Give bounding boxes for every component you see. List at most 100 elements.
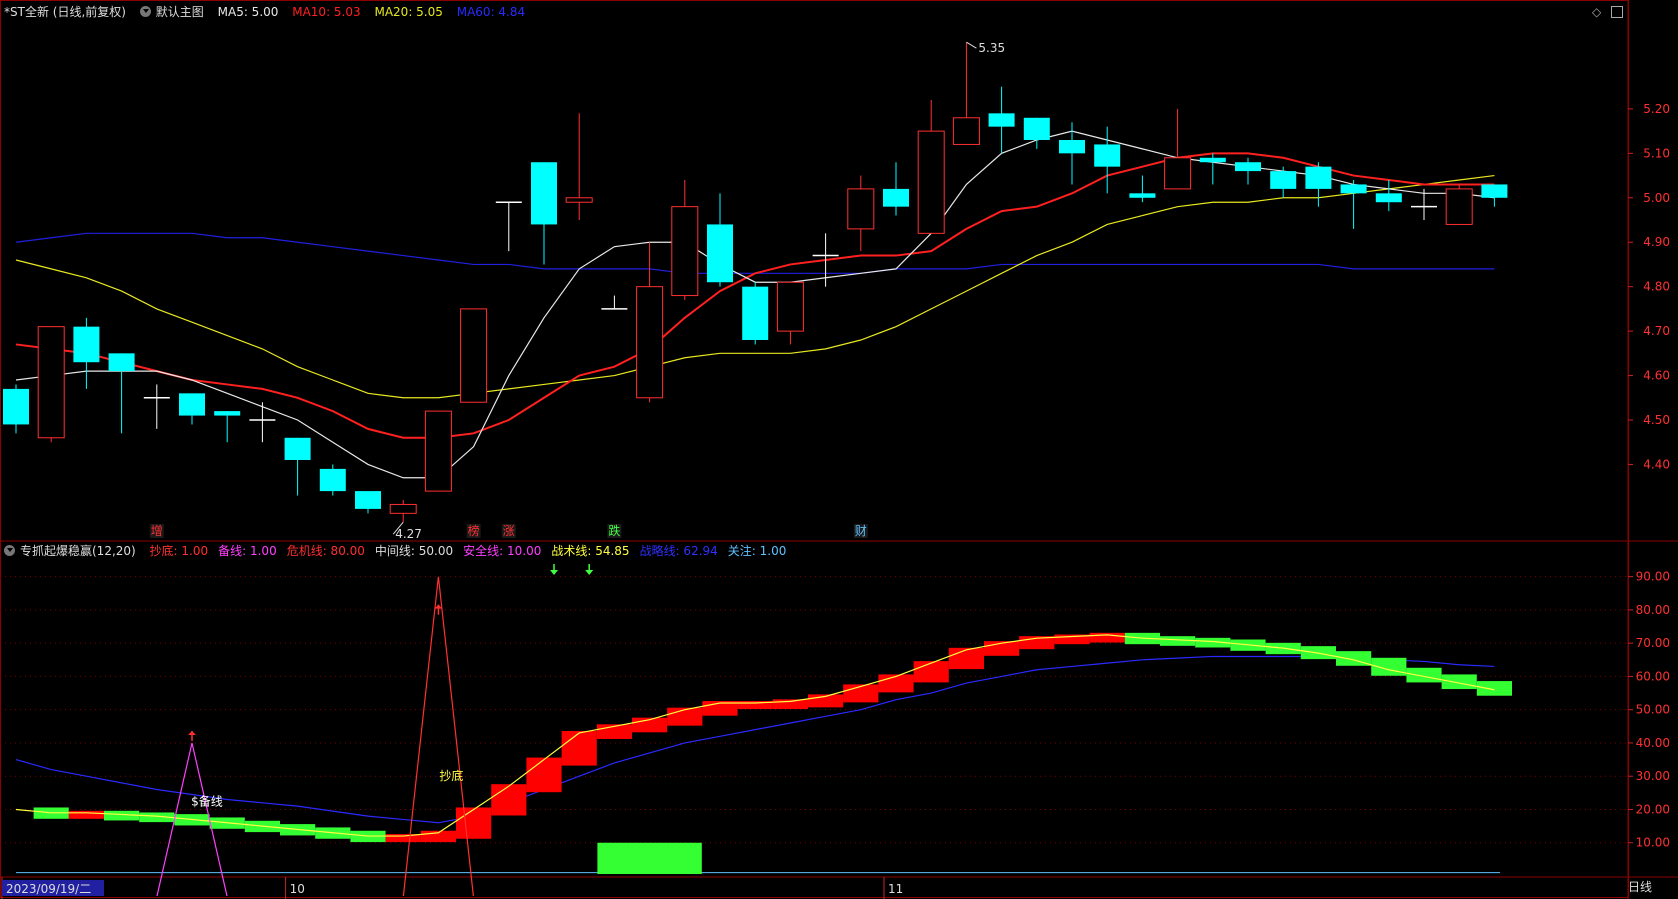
- candle-body: [1023, 117, 1050, 140]
- tactic-block: [68, 810, 104, 819]
- candle-body: [108, 353, 135, 372]
- indicator-tick-label: 70.00: [1636, 636, 1670, 650]
- date-label: 10: [290, 882, 305, 896]
- main-chart-button[interactable]: 默认主图: [156, 5, 204, 19]
- candle-body: [1305, 166, 1332, 189]
- tactic-block: [913, 661, 949, 683]
- candle-body: [1270, 171, 1297, 189]
- candle-body: [531, 162, 557, 225]
- ma5-value: MA5: 5.00: [217, 5, 279, 19]
- tactic-block: [1441, 674, 1477, 690]
- indicator-tick-label: 90.00: [1636, 570, 1670, 584]
- price-tick-label: 4.50: [1643, 413, 1670, 427]
- event-marker: 增: [151, 524, 163, 538]
- spike-label: 抄底: [439, 768, 463, 783]
- indicator-legend-2: 危机线: 80.00: [286, 544, 365, 558]
- candle-body: [671, 206, 699, 297]
- candle-body: [3, 388, 29, 425]
- stock-title: *ST全新 (日线,前复权): [4, 5, 126, 19]
- down-arrow-icon: [550, 570, 558, 575]
- period-label[interactable]: 日线: [1628, 878, 1652, 895]
- event-marker: 财: [855, 524, 867, 538]
- candle-body: [565, 197, 593, 203]
- indicator-legend-0: 抄底: 1.00: [149, 544, 209, 558]
- candle-body: [355, 491, 381, 509]
- candle-body: [707, 224, 733, 283]
- candle-body: [179, 393, 205, 416]
- ma10-value: MA10: 5.03: [292, 5, 361, 19]
- green-signal-block: [597, 842, 702, 874]
- tactic-block: [843, 684, 879, 703]
- candle-body: [37, 326, 65, 439]
- candle-body: [73, 326, 100, 363]
- candle-body: [776, 281, 804, 332]
- max-price-label: 5.35: [978, 41, 1005, 55]
- candle-body: [284, 437, 311, 460]
- indicator-legend-4: 安全线: 10.00: [463, 544, 542, 558]
- candle-body: [1094, 144, 1121, 167]
- indicator-tick-label: 50.00: [1636, 703, 1670, 717]
- candle-body: [1445, 188, 1473, 225]
- min-price-label: 4.27: [395, 527, 422, 541]
- indicator-legend-5: 战术线: 54.85: [551, 544, 630, 558]
- diamond-icon[interactable]: ◇: [1592, 5, 1601, 19]
- candle-body: [319, 468, 346, 492]
- candle-body: [636, 286, 664, 399]
- tactic-block: [878, 674, 914, 693]
- indicator-tick-label: 10.00: [1636, 836, 1670, 850]
- candle-body: [214, 411, 241, 416]
- tactic-block: [948, 647, 984, 670]
- candle-body: [1059, 140, 1085, 154]
- ma60-line: [15, 232, 1495, 274]
- tactic-line: [15, 634, 1495, 837]
- candle-body: [1129, 193, 1156, 198]
- event-marker: 涨: [503, 523, 515, 538]
- candle-body: [988, 113, 1015, 127]
- tactic-block: [1406, 667, 1442, 683]
- indicator-tick-label: 20.00: [1636, 802, 1670, 816]
- up-arrow-icon: [188, 730, 196, 735]
- price-tick-label: 4.40: [1643, 457, 1670, 471]
- ma20-value: MA20: 5.05: [374, 5, 443, 19]
- candle-body: [1235, 162, 1261, 172]
- candle-body: [389, 503, 417, 514]
- main-chart-dropdown-icon[interactable]: [139, 6, 151, 17]
- candle-body: [952, 117, 980, 145]
- indicator-dropdown-icon[interactable]: [4, 545, 15, 556]
- candle-body: [1481, 184, 1508, 198]
- event-marker: 跌: [608, 523, 620, 538]
- down-arrow-icon: [585, 570, 594, 575]
- candle-body: [883, 188, 909, 207]
- indicator-header: 专抓起爆稳赢(12,20) 抄底: 1.00 备线: 1.00 危机线: 80.00…: [4, 543, 796, 559]
- indicator-tick-label: 80.00: [1636, 603, 1670, 617]
- ma60-value: MA60: 4.84: [456, 5, 526, 19]
- spike-line: [402, 576, 474, 897]
- indicator-tick-label: 40.00: [1636, 736, 1670, 750]
- price-tick-label: 4.70: [1643, 324, 1670, 338]
- spike-label: $备线: [191, 794, 223, 808]
- tactic-block: [491, 784, 527, 816]
- indicator-legend-3: 中间线: 50.00: [374, 544, 454, 558]
- indicator-legend-7: 关注: 1.00: [727, 544, 787, 558]
- stock-chart[interactable]: 5.20 5.10 5.00 4.90 4.80 4.70 4.60 4.50 4.40 90.0…: [0, 0, 1678, 899]
- indicator-legend-1: 备线: 1.00: [218, 544, 277, 558]
- strategy-line: [15, 655, 1495, 824]
- candle-body: [1340, 184, 1367, 194]
- price-tick-label: 4.90: [1643, 235, 1670, 249]
- chart-frame: [0, 0, 1629, 898]
- tactic-block: [456, 807, 492, 839]
- indicator-legend-6: 战略线: 62.94: [639, 544, 718, 558]
- price-tick-label: 4.60: [1643, 369, 1670, 383]
- candle-body: [742, 286, 769, 340]
- price-tick-label: 5.10: [1643, 146, 1670, 160]
- candle-body: [1199, 157, 1226, 163]
- candle-body: [847, 188, 875, 230]
- date-label: 2023/09/19/二: [6, 882, 91, 896]
- candle-body: [424, 410, 452, 492]
- price-tick-label: 4.80: [1643, 280, 1670, 294]
- candle-body: [917, 130, 945, 234]
- price-tick-label: 5.00: [1643, 191, 1670, 205]
- indicator-name[interactable]: 专抓起爆稳赢(12,20): [20, 544, 136, 558]
- maximize-icon[interactable]: [1611, 6, 1623, 18]
- tactic-block: [561, 730, 597, 766]
